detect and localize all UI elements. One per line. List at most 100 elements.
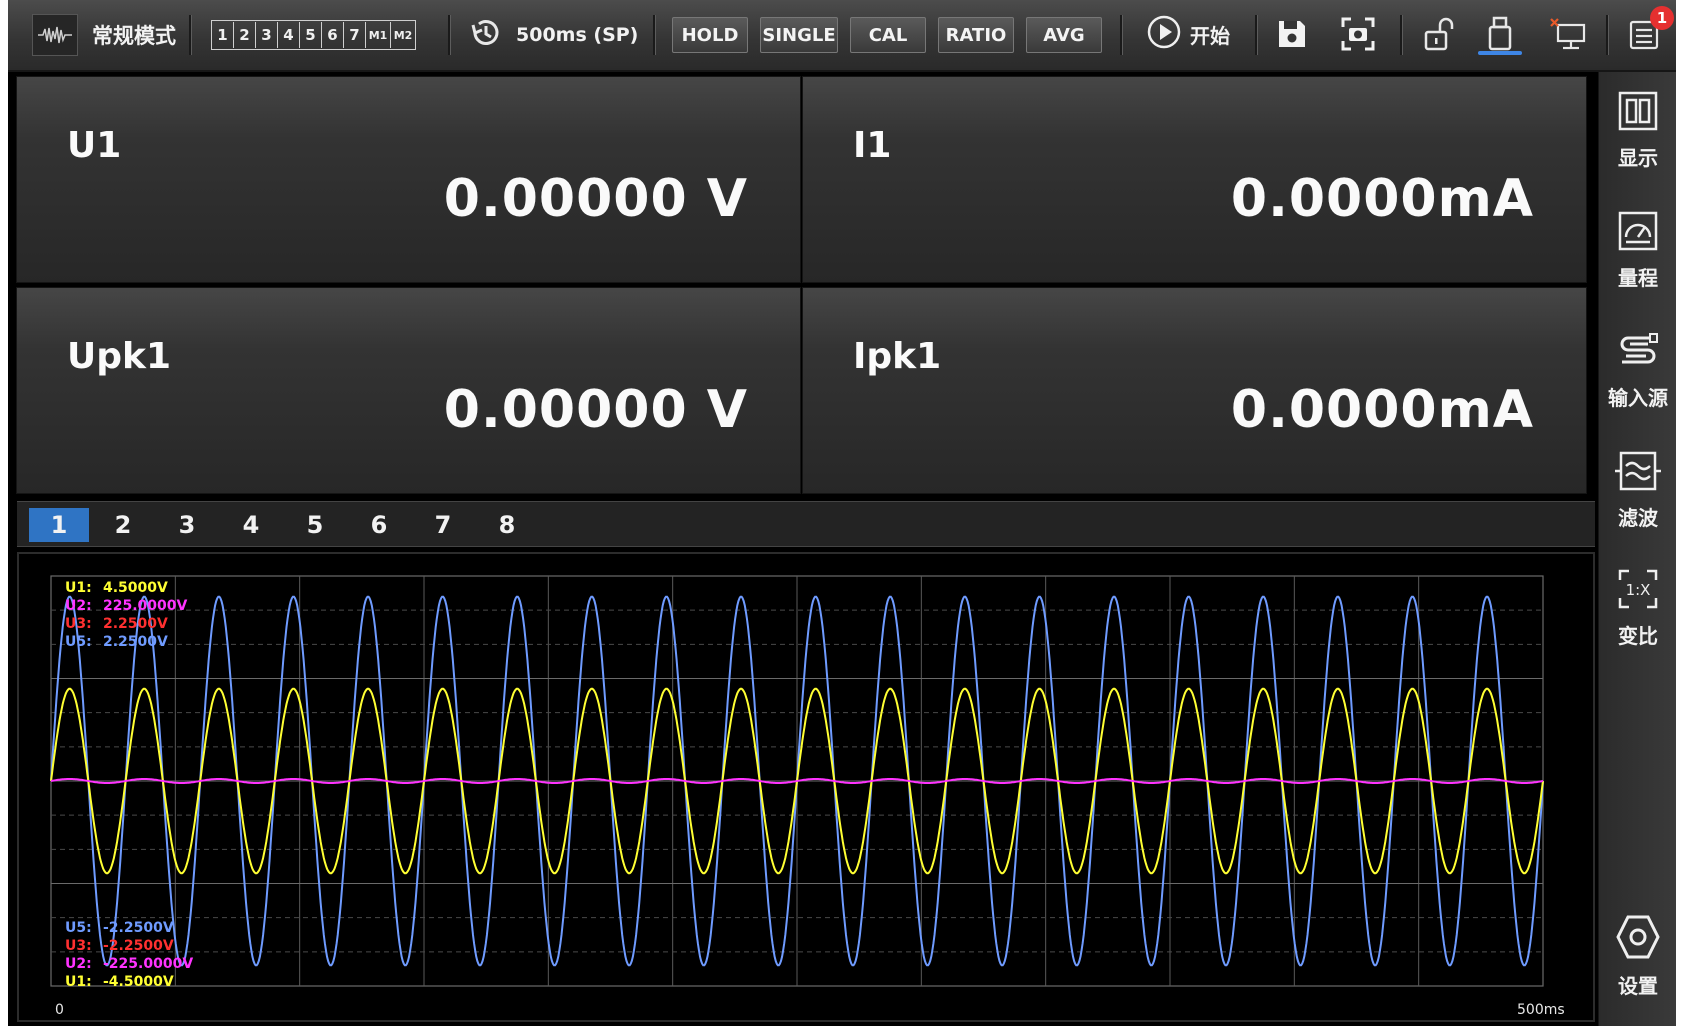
bottom-label-u2: U2: -225.0000V bbox=[65, 956, 193, 972]
label-tag: U1: bbox=[65, 580, 92, 596]
mode-label: 常规模式 bbox=[92, 24, 176, 48]
label-value: -2.2500V bbox=[103, 920, 174, 936]
toolbar-divider bbox=[1400, 15, 1403, 55]
sidebar-item-label: 滤波 bbox=[1618, 506, 1658, 530]
label-value: 225.0000V bbox=[103, 598, 188, 614]
channel-button-6[interactable]: 6 bbox=[322, 22, 344, 48]
toolbar-divider bbox=[448, 15, 451, 55]
panel-parameter-value: 0.00000 V bbox=[443, 169, 748, 229]
waveform-icon bbox=[32, 14, 78, 56]
panel-parameter-value: 0.0000mA bbox=[1230, 169, 1534, 229]
mode-selector[interactable]: 常规模式 bbox=[32, 13, 176, 57]
usb-active-indicator bbox=[1478, 51, 1522, 55]
avg-button[interactable]: AVG bbox=[1026, 17, 1102, 53]
svg-text:1:X: 1:X bbox=[1626, 581, 1651, 599]
toolbar-divider bbox=[189, 15, 192, 55]
top-label-u1: U1: 4.5000V bbox=[65, 580, 168, 596]
label-tag: U3: bbox=[65, 938, 92, 954]
unlock-icon[interactable] bbox=[1420, 14, 1460, 54]
instrument-screen: 常规模式 1 2 3 4 5 6 7 M1 M2 500ms (SP) HOLD… bbox=[8, 0, 1676, 1026]
notification-badge: 1 bbox=[1650, 6, 1674, 30]
sidebar-item-display[interactable]: 显示 bbox=[1599, 90, 1676, 171]
sidebar-item-filter[interactable]: 滤波 bbox=[1599, 450, 1676, 531]
measurement-panel-upk1[interactable]: Upk1 0.00000 V bbox=[16, 287, 801, 494]
top-label-u3: U3: 2.2500V bbox=[65, 616, 168, 632]
panel-parameter-name: Upk1 bbox=[67, 336, 171, 377]
panel-parameter-value: 0.0000mA bbox=[1230, 380, 1534, 440]
sidebar-item-label: 输入源 bbox=[1608, 386, 1668, 410]
waveform-display[interactable]: U1: 4.5000V U2: 225.0000V U3: 2.2500V U5: 2.… bbox=[17, 552, 1595, 1022]
hold-button[interactable]: HOLD bbox=[672, 17, 748, 53]
measurement-panel-i1[interactable]: I1 0.0000mA bbox=[802, 76, 1587, 283]
update-rate-selector[interactable]: 500ms (SP) bbox=[468, 18, 638, 52]
panel-parameter-name: Ipk1 bbox=[853, 336, 942, 377]
channel-button-4[interactable]: 4 bbox=[278, 22, 300, 48]
channel-button-3[interactable]: 3 bbox=[256, 22, 278, 48]
toolbar-divider bbox=[653, 15, 656, 55]
network-disconnected-icon[interactable] bbox=[1548, 14, 1588, 54]
top-label-u2: U2: 225.0000V bbox=[65, 598, 187, 614]
tab-3[interactable]: 3 bbox=[157, 508, 217, 542]
channel-button-m2[interactable]: M2 bbox=[391, 22, 415, 48]
panel-parameter-value: 0.00000 V bbox=[443, 380, 748, 440]
history-icon bbox=[468, 17, 502, 53]
toolbar-divider bbox=[1606, 15, 1609, 55]
tab-2[interactable]: 2 bbox=[93, 508, 153, 542]
range-gauge-icon bbox=[1617, 210, 1659, 256]
save-icon[interactable] bbox=[1272, 14, 1312, 54]
tab-8[interactable]: 8 bbox=[477, 508, 537, 542]
usb-drive-icon[interactable] bbox=[1480, 14, 1520, 54]
label-tag: U1: bbox=[65, 974, 92, 990]
ratio-button[interactable]: RATIO bbox=[938, 17, 1014, 53]
x-axis-end-label: 500ms bbox=[1517, 1002, 1565, 1018]
label-tag: U5: bbox=[65, 920, 92, 936]
channel-button-7[interactable]: 7 bbox=[344, 22, 366, 48]
single-button[interactable]: SINGLE bbox=[760, 17, 838, 53]
display-layout-icon bbox=[1617, 90, 1659, 136]
start-button[interactable]: 开始 bbox=[1146, 14, 1230, 54]
channel-button-2[interactable]: 2 bbox=[234, 22, 256, 48]
sidebar-item-input-source[interactable]: 输入源 bbox=[1599, 330, 1676, 411]
tab-5[interactable]: 5 bbox=[285, 508, 345, 542]
label-value: -225.0000V bbox=[103, 956, 194, 972]
play-icon bbox=[1146, 14, 1182, 54]
label-tag: U2: bbox=[65, 598, 92, 614]
tab-7[interactable]: 7 bbox=[413, 508, 473, 542]
sidebar-item-range[interactable]: 量程 bbox=[1599, 210, 1676, 291]
measurement-panel-ipk1[interactable]: Ipk1 0.0000mA bbox=[802, 287, 1587, 494]
page-tab-strip: 1 2 3 4 5 6 7 8 bbox=[17, 501, 1595, 547]
channel-button-1[interactable]: 1 bbox=[212, 22, 234, 48]
bottom-label-u5: U5: -2.2500V bbox=[65, 920, 174, 936]
top-label-u5: U5: 2.2500V bbox=[65, 634, 168, 650]
bottom-label-u3: U3: -2.2500V bbox=[65, 938, 174, 954]
channel-button-m1[interactable]: M1 bbox=[366, 22, 391, 48]
channel-selector: 1 2 3 4 5 6 7 M1 M2 bbox=[211, 20, 416, 50]
input-source-icon bbox=[1616, 330, 1660, 376]
tab-4[interactable]: 4 bbox=[221, 508, 281, 542]
sidebar-item-label: 量程 bbox=[1618, 266, 1658, 290]
sidebar-item-ratio[interactable]: 1:X 变比 bbox=[1599, 568, 1676, 649]
sidebar-item-settings[interactable]: 设置 bbox=[1599, 914, 1676, 999]
channel-button-5[interactable]: 5 bbox=[300, 22, 322, 48]
settings-hexagon-icon bbox=[1615, 914, 1661, 964]
sidebar-item-label: 变比 bbox=[1618, 624, 1658, 648]
panel-parameter-name: U1 bbox=[67, 125, 122, 166]
bottom-label-u1: U1: -4.5000V bbox=[65, 974, 174, 990]
label-value: -4.5000V bbox=[103, 974, 174, 990]
tab-6[interactable]: 6 bbox=[349, 508, 409, 542]
label-value: -2.2500V bbox=[103, 938, 174, 954]
measurement-panel-u1[interactable]: U1 0.00000 V bbox=[16, 76, 801, 283]
screenshot-icon[interactable] bbox=[1338, 14, 1378, 54]
tab-1[interactable]: 1 bbox=[29, 508, 89, 542]
x-axis-start-label: 0 bbox=[55, 1002, 64, 1018]
label-value: 4.5000V bbox=[103, 580, 168, 596]
toolbar-divider bbox=[1120, 15, 1123, 55]
cal-button[interactable]: CAL bbox=[850, 17, 926, 53]
top-toolbar: 常规模式 1 2 3 4 5 6 7 M1 M2 500ms (SP) HOLD… bbox=[8, 0, 1676, 72]
right-sidebar: 显示 量程 输入源 滤波 1:X 变比 设置 bbox=[1598, 72, 1676, 1026]
filter-wave-icon bbox=[1615, 450, 1661, 496]
label-tag: U3: bbox=[65, 616, 92, 632]
toolbar-divider bbox=[1255, 15, 1258, 55]
sidebar-item-label: 显示 bbox=[1618, 146, 1658, 170]
ratio-icon: 1:X bbox=[1617, 568, 1659, 614]
